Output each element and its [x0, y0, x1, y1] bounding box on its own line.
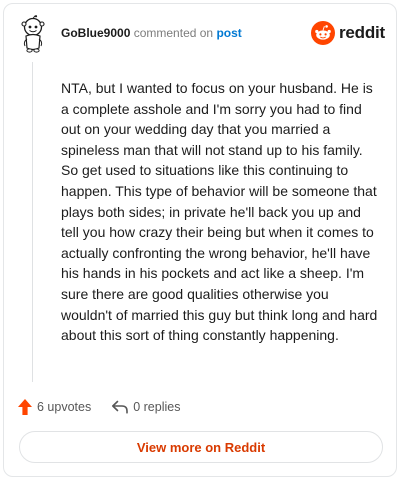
thread-line[interactable]: [32, 62, 33, 382]
brand-wordmark: reddit: [339, 23, 386, 42]
action-text: commented on: [133, 26, 214, 40]
reply-button[interactable]: 0 replies: [111, 400, 180, 414]
upvote-arrow-icon: [18, 399, 32, 415]
comment-header: GoBlue9000 commented on post: [61, 26, 242, 40]
reply-arrow-icon: [112, 400, 129, 414]
upvote-count: 6 upvotes: [37, 400, 92, 414]
post-link[interactable]: post: [216, 26, 241, 40]
comment-body: NTA, but I wanted to focus on your husba…: [61, 80, 378, 344]
snoo-avatar-icon[interactable]: [19, 15, 47, 55]
reddit-logo-icon: [311, 21, 335, 45]
upvote-button[interactable]: 6 upvotes: [17, 398, 91, 416]
reply-count: 0 replies: [133, 400, 181, 414]
comment-actions: 6 upvotes 0 replies: [17, 396, 180, 418]
comment-card: GoBlue9000 commented on post reddit NTA,…: [0, 0, 400, 480]
reddit-brand[interactable]: reddit: [311, 20, 385, 46]
view-more-button[interactable]: View more on Reddit: [19, 431, 383, 463]
username-link[interactable]: GoBlue9000: [61, 26, 130, 40]
